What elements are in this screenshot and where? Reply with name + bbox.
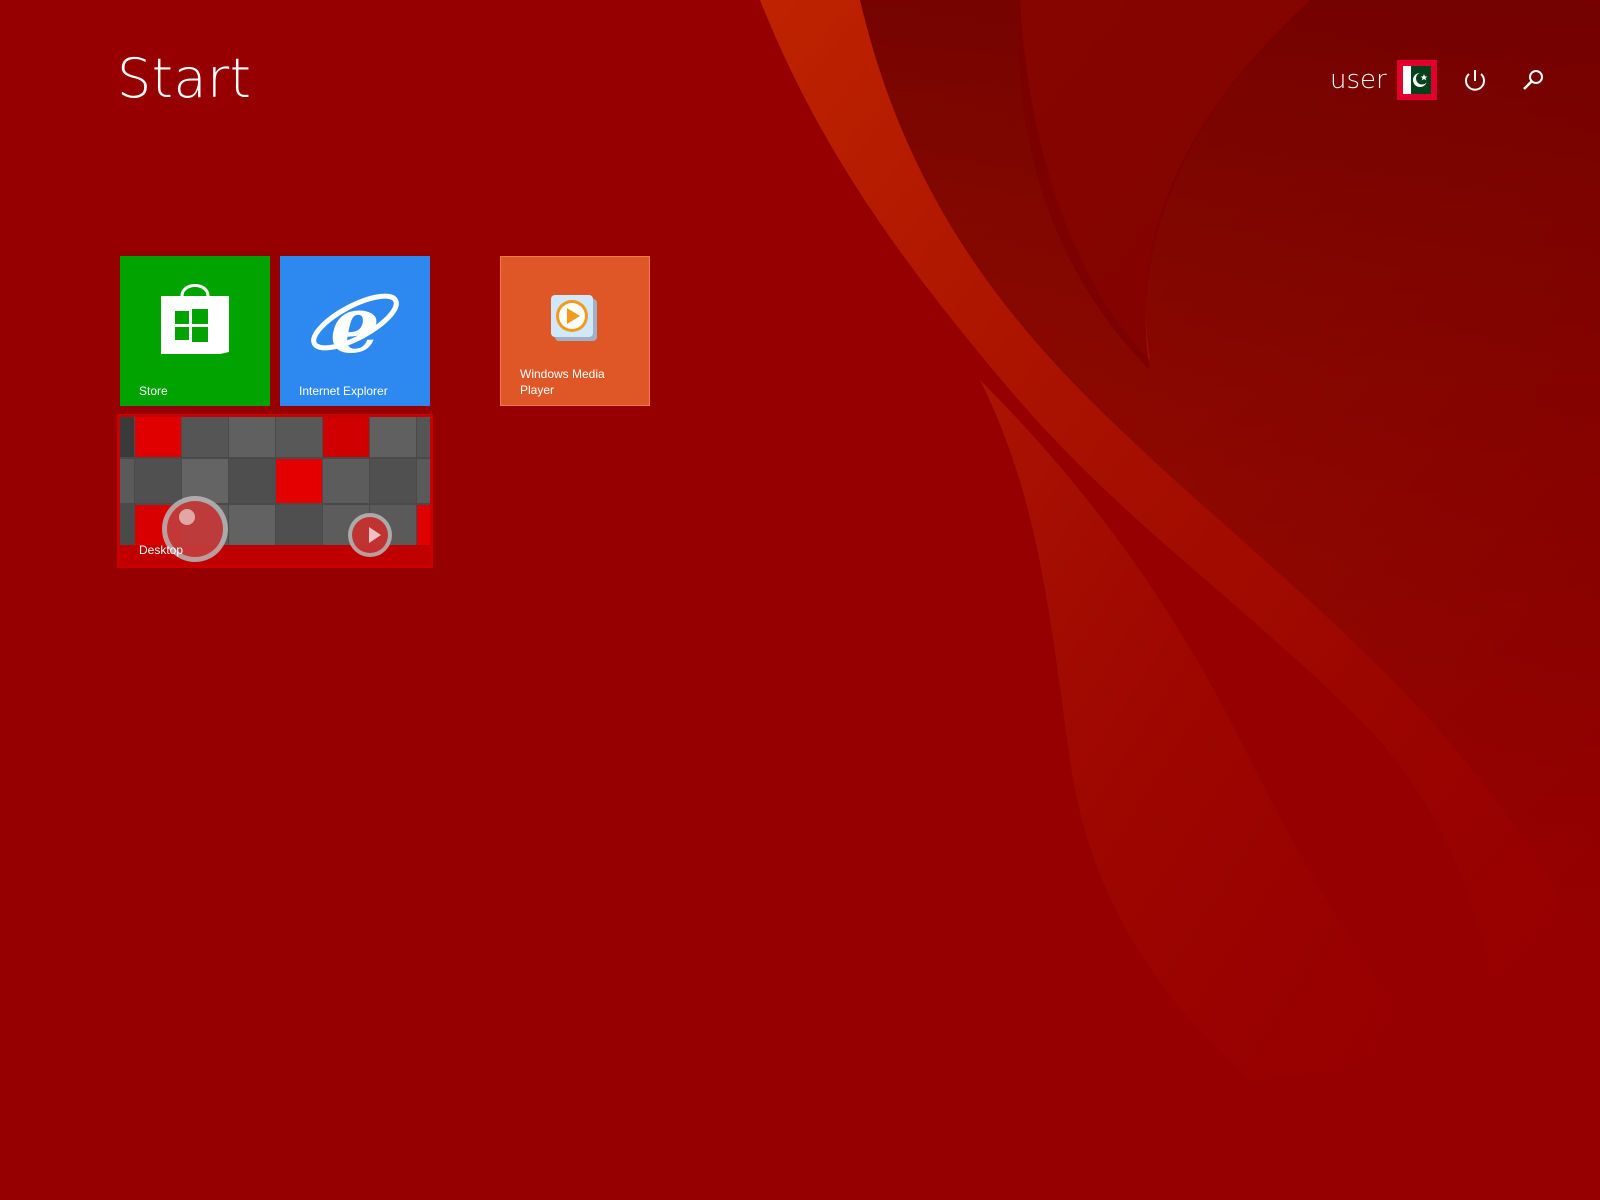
search-button[interactable] xyxy=(1515,63,1551,99)
user-avatar xyxy=(1396,60,1437,100)
tile-label: Store xyxy=(139,384,168,398)
page-title: Start xyxy=(117,47,252,110)
user-account-button[interactable]: user xyxy=(1330,60,1437,100)
flag-icon xyxy=(1396,60,1437,100)
background-wallpaper xyxy=(760,0,1600,1080)
start-screen: Start user Store e Internet Explorer Win… xyxy=(0,0,1600,1200)
tile-label: Desktop xyxy=(139,543,184,557)
tile-windows-media-player[interactable]: Windows Media Player xyxy=(500,256,650,406)
tile-store[interactable]: Store xyxy=(120,256,270,406)
tile-label: Windows Media Player xyxy=(520,367,605,397)
tile-desktop[interactable]: Desktop xyxy=(117,414,433,568)
search-icon xyxy=(1523,70,1543,90)
svg-text:e: e xyxy=(330,280,380,371)
power-button[interactable] xyxy=(1457,63,1493,99)
power-icon xyxy=(1465,70,1485,91)
user-name: user xyxy=(1330,65,1387,95)
tile-internet-explorer[interactable]: e Internet Explorer xyxy=(280,256,430,406)
tile-label: Internet Explorer xyxy=(299,384,388,398)
